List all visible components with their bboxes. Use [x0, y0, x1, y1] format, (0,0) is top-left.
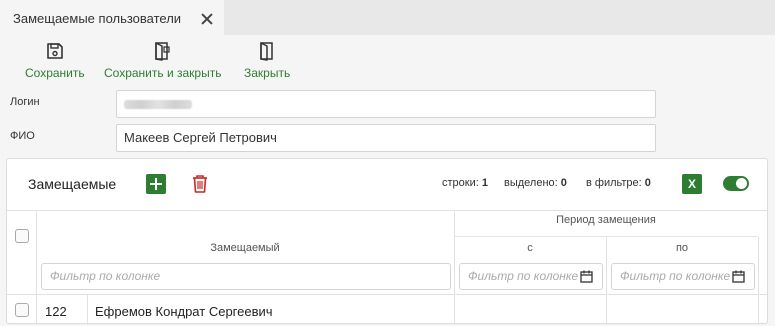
save-icon [47, 43, 63, 59]
close-label: Закрыть [244, 66, 291, 80]
trash-icon[interactable] [192, 174, 208, 194]
toolbar: Сохранить Сохранить и закрыть Закрыть [0, 35, 775, 85]
tab-bar: Замещаемые пользователи [0, 0, 775, 35]
panel-title: Замещаемые [28, 176, 117, 192]
col-header-to[interactable]: по [606, 242, 758, 254]
col-header-substituted[interactable]: Замещаемый [36, 242, 454, 254]
row-name: Ефремов Кондрат Сергеевич [95, 304, 273, 319]
tab-substituted-users[interactable]: Замещаемые пользователи [0, 0, 224, 35]
row-checkbox[interactable] [15, 303, 29, 317]
close-button[interactable]: Закрыть [244, 41, 290, 80]
calendar-icon[interactable] [732, 270, 745, 283]
login-label: Логин [10, 96, 40, 108]
filtered-count: в фильтре: 0 [586, 177, 651, 189]
save-close-button[interactable]: Сохранить и закрыть [104, 41, 221, 80]
substituted-panel: Замещаемые строки: 1 выделено: 0 в фильт… [6, 158, 768, 325]
login-value-redacted [124, 100, 192, 109]
door-icon [260, 42, 273, 61]
add-button[interactable] [146, 174, 166, 194]
col-header-period: Период замещения [556, 214, 656, 226]
fio-field[interactable]: Макеев Сергей Петрович [116, 124, 656, 152]
close-icon[interactable] [200, 12, 214, 26]
save-close-label: Сохранить и закрыть [104, 66, 222, 80]
fio-label: ФИО [10, 130, 35, 142]
substituted-grid: Замещаемый Период замещения с по Фильтр … [7, 210, 767, 325]
save-close-icon [154, 42, 170, 61]
filter-substituted-input[interactable]: Фильтр по колонке [41, 263, 451, 290]
save-label: Сохранить [25, 66, 85, 80]
selected-count: выделено: 0 [504, 177, 567, 189]
select-all-checkbox[interactable] [15, 229, 29, 243]
row-id: 122 [45, 304, 67, 319]
filter-toggle[interactable] [723, 176, 749, 191]
calendar-icon[interactable] [580, 270, 593, 283]
excel-export-button[interactable]: X [682, 174, 702, 194]
save-button[interactable]: Сохранить [25, 41, 85, 80]
login-field[interactable] [116, 90, 656, 118]
tab-title: Замещаемые пользователи [13, 11, 182, 26]
rows-count: строки: 1 [442, 177, 488, 189]
col-header-from[interactable]: с [454, 242, 606, 254]
